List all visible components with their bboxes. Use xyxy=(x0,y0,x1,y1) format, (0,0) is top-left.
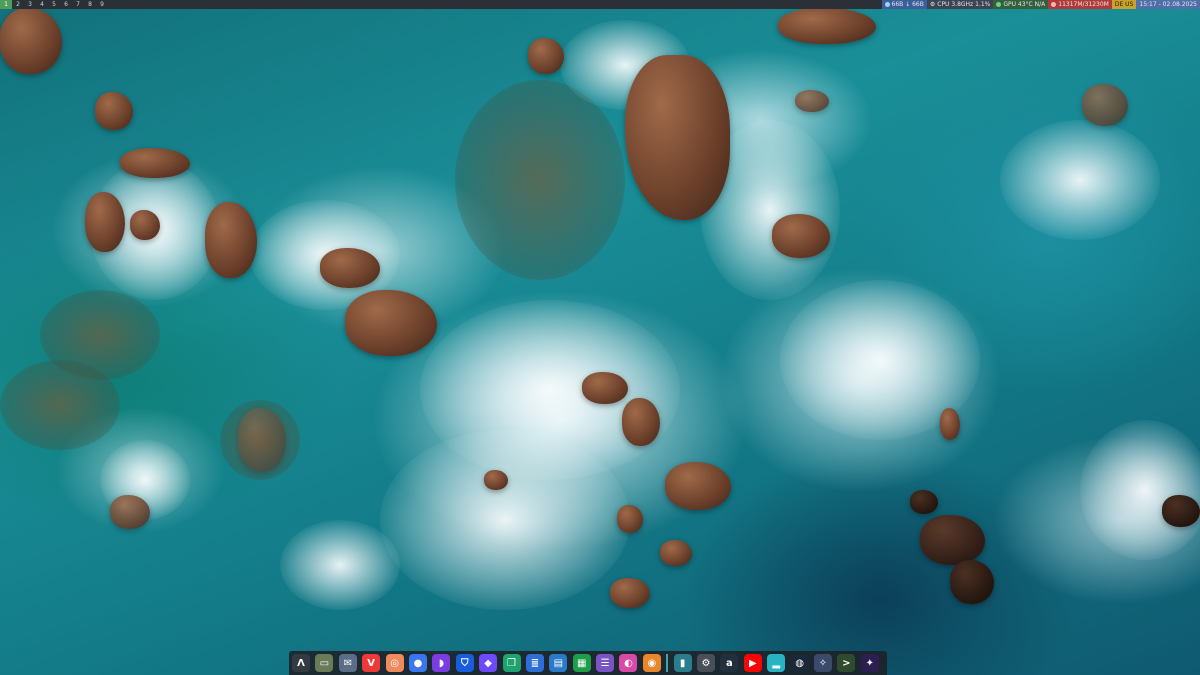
gpu-icon xyxy=(996,2,1002,7)
workspace-switcher: 1 2 3 4 5 6 7 8 9 xyxy=(0,0,108,9)
application-dock: Λ ▭ ✉ V ◎ ● ◗ ⛉ ◆ ❐ ≣ ▤ ▦ ☰ ◐ ◉ ▮ ⚙ a ▶ ▂ ◍ ✧ > ✦ xyxy=(289,651,887,675)
keyboard-layout-module[interactable]: DE US xyxy=(1111,0,1137,9)
radio-icon[interactable]: ◎ xyxy=(385,654,404,672)
network-icon xyxy=(884,2,890,7)
signal-icon[interactable]: ● xyxy=(408,654,427,672)
steam-icon[interactable]: ◍ xyxy=(790,654,809,672)
bitwarden-icon[interactable]: ⛉ xyxy=(455,654,474,672)
workspace-5[interactable]: 5 xyxy=(48,0,60,9)
launcher-icon[interactable]: Λ xyxy=(292,654,310,672)
workspace-4[interactable]: 4 xyxy=(36,0,48,9)
network-speed: 66B ↓ 66B xyxy=(891,1,924,8)
protonvpn-icon[interactable]: ◆ xyxy=(479,654,498,672)
color-wheel-icon[interactable]: ◐ xyxy=(619,654,638,672)
youtube-icon[interactable]: ▶ xyxy=(743,654,762,672)
vivaldi-icon[interactable]: V xyxy=(362,654,381,672)
clock-module[interactable]: 15:17 - 02.08.2025 xyxy=(1136,0,1200,9)
clock-text: 15:17 - 02.08.2025 xyxy=(1139,1,1197,8)
memory-module[interactable]: 11317M/31230M xyxy=(1048,0,1112,9)
monitor-icon[interactable]: ▂ xyxy=(767,654,786,672)
heroic-icon[interactable]: ✦ xyxy=(860,654,879,672)
writer-icon[interactable]: ▤ xyxy=(549,654,568,672)
settings-icon[interactable]: ⚙ xyxy=(697,654,716,672)
workspace-7[interactable]: 7 xyxy=(72,0,84,9)
dock-separator xyxy=(666,654,669,672)
network-module[interactable]: 66B ↓ 66B xyxy=(881,0,927,9)
gpu-usage: GPU 43°C N/A xyxy=(1003,1,1046,8)
workspace-1[interactable]: 1 xyxy=(0,0,12,9)
cpu-module[interactable]: ⚙ CPU 3.8GHz 1.1% xyxy=(926,0,994,9)
workspace-8[interactable]: 8 xyxy=(84,0,96,9)
notes-icon[interactable]: ☰ xyxy=(596,654,615,672)
terminal-icon[interactable]: ▮ xyxy=(673,654,692,672)
thunderbird-icon[interactable]: ✉ xyxy=(338,654,357,672)
desktop: 1 2 3 4 5 6 7 8 9 66B ↓ 66B ⚙ CPU 3.8GHz… xyxy=(0,0,1200,675)
workspace-9[interactable]: 9 xyxy=(96,0,108,9)
memory-icon xyxy=(1051,2,1057,7)
gpu-module[interactable]: GPU 43°C N/A xyxy=(993,0,1049,9)
top-status-bar: 1 2 3 4 5 6 7 8 9 66B ↓ 66B ⚙ CPU 3.8GHz… xyxy=(0,0,1200,9)
console-icon[interactable]: > xyxy=(837,654,856,672)
chat-icon[interactable]: ❐ xyxy=(502,654,521,672)
game-icon[interactable]: ✧ xyxy=(813,654,832,672)
calc-icon[interactable]: ▦ xyxy=(572,654,591,672)
workspace-6[interactable]: 6 xyxy=(60,0,72,9)
status-modules: 66B ↓ 66B ⚙ CPU 3.8GHz 1.1% GPU 43°C N/A… xyxy=(881,0,1200,9)
editor-icon[interactable]: ≣ xyxy=(525,654,544,672)
amazon-icon[interactable]: a xyxy=(720,654,739,672)
cpu-icon: ⚙ xyxy=(929,1,936,8)
files-icon[interactable]: ▭ xyxy=(315,654,334,672)
podcast-icon[interactable]: ◗ xyxy=(432,654,451,672)
memory-usage: 11317M/31230M xyxy=(1058,1,1109,8)
blender-icon[interactable]: ◉ xyxy=(642,654,661,672)
workspace-2[interactable]: 2 xyxy=(12,0,24,9)
keyboard-layout: DE US xyxy=(1114,1,1134,8)
cpu-usage: CPU 3.8GHz 1.1% xyxy=(937,1,991,8)
workspace-3[interactable]: 3 xyxy=(24,0,36,9)
